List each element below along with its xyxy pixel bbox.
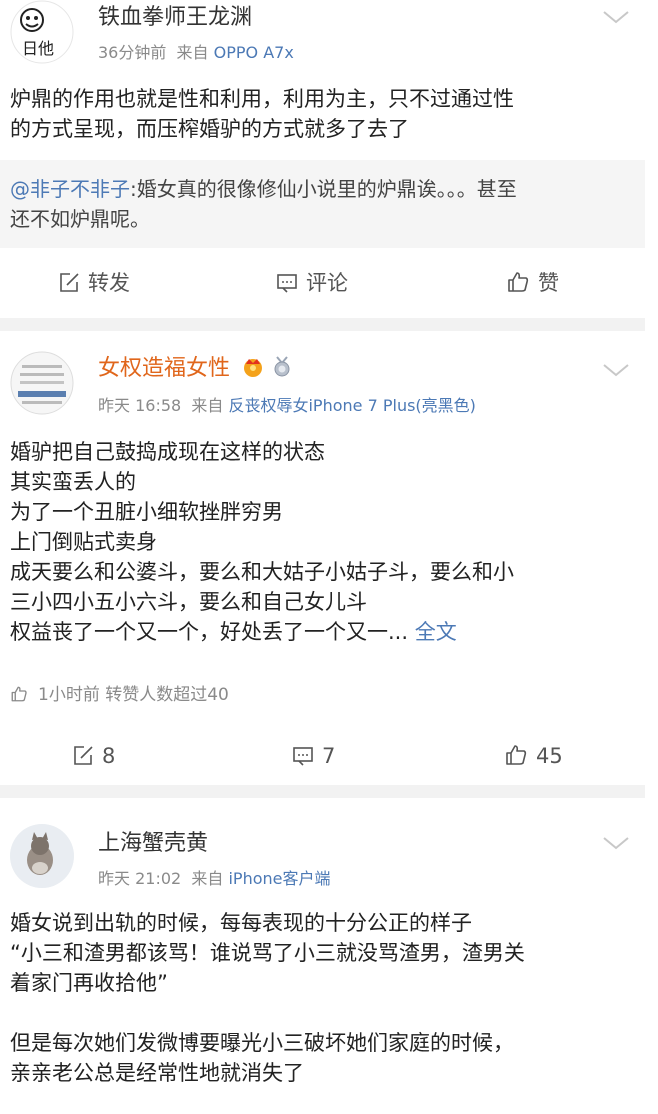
like-icon: [508, 272, 529, 292]
repost-icon: [74, 746, 93, 765]
repost-icon: [60, 273, 79, 292]
post-body-line: 三小四小五小六斗，要么和自己女儿斗: [10, 590, 367, 614]
author-name[interactable]: 铁血拳师王龙渊: [98, 4, 252, 32]
like-button[interactable]: 赞: [506, 268, 559, 298]
svg-text:日他: 日他: [22, 39, 54, 58]
quoted-text-line: 还不如炉鼎呢。: [10, 207, 150, 231]
post-body-line: 炉鼎的作用也就是性和利用，利用为主，只不过通过性: [10, 87, 514, 111]
chevron-down-icon[interactable]: [600, 8, 632, 28]
from-label: 来自: [176, 43, 209, 62]
post-card: 日他 铁血拳师王龙渊 36分钟前 来自 OPPO A7x 炉鼎的作用也就是性和利…: [0, 0, 645, 318]
crown-badge-icon[interactable]: [241, 355, 265, 377]
post-body-line: 上门倒贴式卖身: [10, 530, 157, 554]
silver-medal-icon[interactable]: [272, 355, 292, 377]
post-separator: [0, 785, 645, 798]
comment-icon: [293, 747, 313, 766]
repost-button[interactable]: 8: [72, 741, 115, 771]
post-source[interactable]: 反丧权辱女iPhone 7 Plus(亮黑色): [228, 396, 475, 415]
post-meta: 36分钟前 来自 OPPO A7x: [98, 42, 294, 64]
post-body-line: 的方式呈现，而压榨婚驴的方式就多了去了: [10, 117, 409, 141]
comment-label: 评论: [306, 271, 348, 295]
post-body: 婚女说到出轨的时候，每每表现的十分公正的样子 “小三和渣男都该骂！谁说骂了小三就…: [10, 908, 640, 1088]
repost-count: 8: [102, 744, 116, 768]
from-label: 来自: [191, 396, 224, 415]
author-name[interactable]: 上海蟹壳黄: [98, 830, 208, 858]
friend-like-info: 1小时前 转赞人数超过40: [10, 683, 229, 707]
post-card: 女权造福女性 昨天 16:58 来自 反丧权辱女iPhone 7 Plus(亮黑…: [0, 331, 645, 785]
post-source[interactable]: OPPO A7x: [214, 43, 294, 62]
chevron-down-icon[interactable]: [600, 834, 632, 854]
post-time: 昨天 16:58: [98, 396, 182, 415]
post-meta: 昨天 21:02 来自 iPhone客户端: [98, 868, 331, 890]
repost-label: 转发: [88, 271, 130, 295]
avatar[interactable]: 日他: [10, 0, 74, 64]
comment-count: 7: [322, 744, 336, 768]
post-body-line: 婚驴把自己鼓捣成现在这样的状态: [10, 440, 325, 464]
quoted-user-link[interactable]: @非子不非子: [10, 177, 130, 201]
quoted-text: @非子不非子:婚女真的很像修仙小说里的炉鼎诶。。。甚至 还不如炉鼎呢。: [10, 174, 640, 234]
post-body-line: 其实蛮丢人的: [10, 470, 136, 494]
like-label: 赞: [538, 271, 559, 295]
post-body-line: 但是每次她们发微博要曝光小三破坏她们家庭的时候，: [10, 1031, 514, 1055]
like-button[interactable]: 45: [504, 741, 563, 771]
avatar-image: 日他: [10, 0, 74, 64]
avatar[interactable]: [10, 351, 74, 415]
post-card: 上海蟹壳黄 昨天 21:02 来自 iPhone客户端 婚女说到出轨的时候，每每…: [0, 798, 645, 1114]
post-body-line: 着家门再收拾他”: [10, 971, 168, 995]
post-body: 婚驴把自己鼓捣成现在这样的状态 其实蛮丢人的 为了一个丑脏小细软挫胖穷男 上门倒…: [10, 437, 640, 647]
post-body: 炉鼎的作用也就是性和利用，利用为主，只不过通过性 的方式呈现，而压榨婚驴的方式就…: [10, 84, 640, 144]
post-body-line: 亲亲老公总是经常性地就消失了: [10, 1061, 304, 1085]
post-body-line: 权益丧了一个又一个，好处丢了一个又一...: [10, 620, 409, 644]
from-label: 来自: [191, 869, 224, 888]
post-meta: 昨天 16:58 来自 反丧权辱女iPhone 7 Plus(亮黑色): [98, 395, 476, 417]
avatar[interactable]: [10, 824, 74, 888]
friend-like-text: 1小时前 转赞人数超过40: [38, 685, 229, 705]
author-name[interactable]: 女权造福女性: [98, 355, 292, 383]
post-source[interactable]: iPhone客户端: [228, 869, 330, 888]
post-body-line: [10, 998, 640, 1028]
like-icon: [11, 686, 27, 702]
quoted-text-line: :婚女真的很像修仙小说里的炉鼎诶。。。甚至: [130, 177, 517, 201]
like-count: 45: [536, 744, 563, 768]
like-icon: [506, 745, 527, 765]
avatar-image: [10, 824, 74, 888]
avatar-image: [10, 351, 74, 415]
quoted-post[interactable]: @非子不非子:婚女真的很像修仙小说里的炉鼎诶。。。甚至 还不如炉鼎呢。: [0, 160, 645, 248]
author-name-text: 女权造福女性: [98, 356, 231, 381]
comment-icon: [277, 274, 297, 293]
post-separator: [0, 318, 645, 331]
full-text-link[interactable]: 全文: [415, 620, 457, 644]
comment-button[interactable]: 评论: [276, 268, 348, 298]
repost-button[interactable]: 转发: [58, 268, 130, 298]
chevron-down-icon[interactable]: [600, 361, 632, 381]
post-time: 36分钟前: [98, 43, 167, 62]
post-time: 昨天 21:02: [98, 869, 182, 888]
post-body-line: 为了一个丑脏小细软挫胖穷男: [10, 500, 283, 524]
post-body-line: “小三和渣男都该骂！谁说骂了小三就没骂渣男，渣男关: [10, 941, 525, 965]
post-body-line: 成天要么和公婆斗，要么和大姑子小姑子斗，要么和小: [10, 560, 514, 584]
post-body-line: 婚女说到出轨的时候，每每表现的十分公正的样子: [10, 911, 472, 935]
comment-button[interactable]: 7: [292, 741, 335, 771]
